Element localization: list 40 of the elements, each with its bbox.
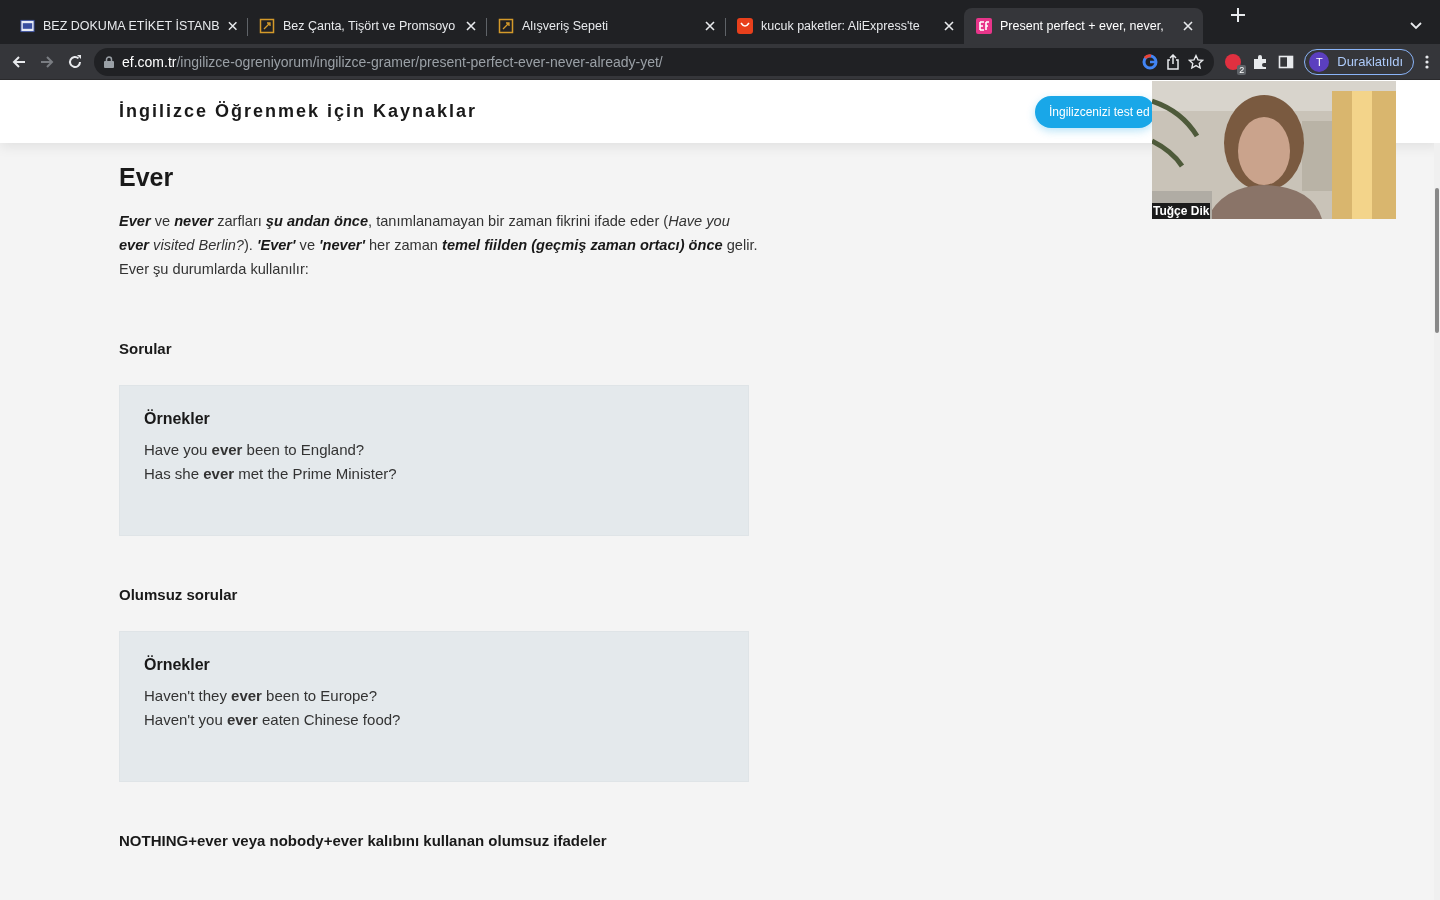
browser-tab[interactable]: Present perfect + ever, never, <box>964 8 1203 44</box>
puzzle-icon[interactable] <box>1252 53 1269 70</box>
share-icon[interactable] <box>1166 53 1181 70</box>
example-title: Örnekler <box>144 410 210 428</box>
example-sentence: Haven't you ever eaten Chinese food? <box>144 710 401 730</box>
lock-icon <box>104 55 114 68</box>
example-sentence: Has she ever met the Prime Minister? <box>144 464 397 484</box>
scrollbar-thumb[interactable] <box>1435 188 1439 333</box>
close-icon[interactable] <box>227 21 237 31</box>
example-sentence: Have you ever been to England? <box>144 440 365 460</box>
section-title: Ever <box>119 163 174 192</box>
site-title: İngilizce Öğrenmek için Kaynaklar <box>119 101 479 122</box>
frame-icon <box>259 18 275 34</box>
logo-icon <box>976 18 992 34</box>
subheading: Olumsuz sorular <box>119 586 238 603</box>
browser-tab[interactable]: BEZ DOKUMA ETİKET İSTANB <box>8 8 247 44</box>
example-sentence: Haven't they ever been to Europe? <box>144 686 378 706</box>
address-bar[interactable]: ef.com.tr/ingilizce-ogreniyorum/ingilizce-gramer/present-perfect-ever-never-already-yet/ <box>94 47 1215 76</box>
shopping-bag-icon <box>737 18 753 34</box>
menu-icon[interactable] <box>1424 53 1430 70</box>
url-text: ef.com.tr/ingilizce-ogreniyorum/ingilizce-gramer/present-perfect-ever-never-already-yet/ <box>122 53 664 70</box>
google-icon[interactable] <box>1142 53 1159 70</box>
example-title: Örnekler <box>144 656 210 674</box>
close-icon[interactable] <box>466 21 476 31</box>
close-icon[interactable] <box>1183 21 1193 31</box>
chevron-down-icon[interactable] <box>1410 22 1422 30</box>
subheading: NOTHING+ever veya nobody+ever kalıbını kullanan olumsuz ifadeler <box>119 832 607 849</box>
browser-tab[interactable]: kucuk paketler: AliExpress'te <box>725 8 964 44</box>
reload-icon[interactable] <box>66 52 84 71</box>
close-icon[interactable] <box>705 21 715 31</box>
logo-icon <box>20 18 35 34</box>
frame-icon <box>498 18 514 34</box>
intro-paragraph: Ever ve never zarfları şu andan önce, tanımlanamayan bir zaman fikrini ifade eder (Have you ever visited Berlin?). 'Ever' ve 'never' her zaman temel fiilden (geçmiş zaman ortacı) önce gelir. Ever şu durumlarda kullanılır: <box>119 212 759 279</box>
subheading: Sorular <box>119 340 172 357</box>
close-icon[interactable] <box>944 21 954 31</box>
side-panel-icon[interactable] <box>1278 53 1295 70</box>
browser-tab[interactable]: Bez Çanta, Tişört ve Promsoyo <box>247 8 486 44</box>
browser-tab[interactable]: Alışveriş Sepeti <box>486 8 725 44</box>
participant-name: Tuğçe Dik <box>1152 203 1211 219</box>
star-icon[interactable] <box>1188 53 1205 70</box>
